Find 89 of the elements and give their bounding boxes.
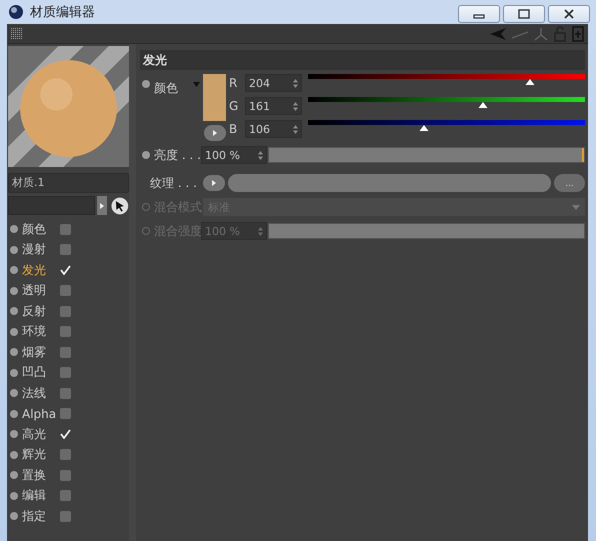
texture-label: 纹理 . . .	[150, 174, 197, 192]
channel-checkbox[interactable]	[60, 224, 71, 235]
channel-name[interactable]: 发光	[22, 262, 56, 279]
channel-dot-icon	[10, 368, 18, 377]
channel-dot-icon	[10, 286, 18, 295]
play-icon	[212, 130, 216, 136]
channel-checkbox[interactable]	[60, 244, 71, 256]
texture-menu-button[interactable]	[203, 175, 225, 191]
channel-checkbox[interactable]	[60, 306, 71, 317]
material-name-field[interactable]: 材质.1	[8, 173, 129, 193]
number-field[interactable]: 106	[245, 120, 302, 138]
new-window-icon[interactable]	[572, 26, 584, 42]
channel-name[interactable]: 凹凸	[22, 364, 56, 382]
play-icon	[212, 180, 216, 186]
channel-checkbox[interactable]	[60, 470, 71, 481]
dropdown-arrow-button[interactable]	[97, 196, 108, 215]
pointer-icon[interactable]	[111, 196, 129, 214]
channel-name[interactable]: 颜色	[22, 220, 56, 238]
app-logo-icon	[8, 4, 24, 20]
channel-name[interactable]: 编辑	[22, 487, 56, 504]
channel-dot-icon	[10, 430, 18, 438]
channel-name[interactable]: Alpha	[22, 406, 56, 421]
channel-dot-icon	[10, 492, 18, 500]
minimize-button[interactable]	[458, 5, 500, 23]
maximize-icon	[518, 9, 530, 19]
channel-checkbox[interactable]	[60, 428, 71, 440]
channel-dot-icon	[10, 389, 18, 398]
spinner-icon[interactable]	[258, 150, 263, 160]
channel-name[interactable]: 烟雾	[22, 344, 56, 361]
channel-checkbox[interactable]	[60, 367, 71, 378]
play-icon	[100, 202, 104, 208]
channel-dot-icon	[10, 307, 18, 316]
channel-name[interactable]: 置换	[22, 466, 56, 484]
channel-name[interactable]: 法线	[22, 384, 56, 402]
window-title: 材质编辑器	[30, 4, 95, 21]
parameter-dot-icon[interactable]	[142, 80, 150, 88]
color-label: 颜色	[154, 80, 178, 97]
color-slider[interactable]	[308, 120, 585, 134]
channel-name[interactable]: 漫射	[22, 241, 56, 258]
channel-checkbox[interactable]	[60, 264, 71, 276]
channel-dot-icon	[10, 348, 18, 356]
channel-letter: B	[229, 122, 238, 136]
color-slider[interactable]	[308, 74, 585, 88]
channel-dot-icon	[10, 225, 18, 234]
spinner-icon[interactable]	[293, 124, 298, 134]
close-button[interactable]	[548, 5, 590, 23]
spinner-icon[interactable]	[258, 226, 263, 236]
channel-name[interactable]: 高光	[22, 426, 56, 443]
channel-name[interactable]: 辉光	[22, 446, 56, 464]
number-field[interactable]: 161	[245, 97, 302, 115]
channel-checkbox[interactable]	[60, 346, 71, 358]
back-arrow-icon[interactable]	[490, 28, 506, 40]
close-icon	[563, 9, 575, 19]
channel-checkbox[interactable]	[60, 449, 71, 460]
spinner-icon[interactable]	[293, 102, 298, 110]
brightness-label: 亮度 . . .	[154, 146, 201, 164]
channel-letter: G	[229, 99, 239, 113]
channel-checkbox[interactable]	[60, 388, 71, 399]
parameter-dot-icon[interactable]	[142, 151, 150, 159]
caret-icon	[572, 204, 580, 210]
dropdown-caret-icon[interactable]	[193, 82, 200, 87]
channel-dot-icon	[10, 410, 18, 418]
channel-dot-icon	[10, 266, 18, 274]
channel-name[interactable]: 反射	[22, 302, 56, 320]
channel-checkbox[interactable]	[60, 408, 71, 420]
section-header: 发光	[140, 50, 585, 70]
channel-name[interactable]: 透明	[22, 282, 56, 300]
expand-button[interactable]	[204, 125, 226, 141]
channel-checkbox[interactable]	[60, 326, 71, 338]
spinner-icon[interactable]	[293, 78, 298, 88]
lock-icon[interactable]	[554, 26, 566, 42]
channel-checkbox[interactable]	[60, 510, 71, 522]
number-field[interactable]: 204	[245, 74, 302, 92]
channel-dot-icon	[10, 512, 18, 520]
grip-icon[interactable]	[11, 28, 23, 40]
channel-name[interactable]: 环境	[22, 323, 56, 340]
channel-dot-icon	[10, 450, 18, 459]
channel-letter: R	[229, 76, 238, 90]
channel-dot-icon	[10, 471, 18, 480]
channel-checkbox[interactable]	[60, 490, 71, 502]
channel-name[interactable]: 指定	[22, 508, 56, 525]
channel-dot-icon	[10, 328, 18, 336]
channel-checkbox[interactable]	[60, 285, 71, 296]
maximize-button[interactable]	[503, 5, 545, 23]
number-field[interactable]: 100 %	[201, 146, 267, 164]
color-swatch[interactable]	[203, 74, 226, 121]
color-slider[interactable]	[308, 97, 585, 111]
texture-field[interactable]	[228, 174, 551, 192]
channel-dot-icon	[10, 246, 18, 254]
